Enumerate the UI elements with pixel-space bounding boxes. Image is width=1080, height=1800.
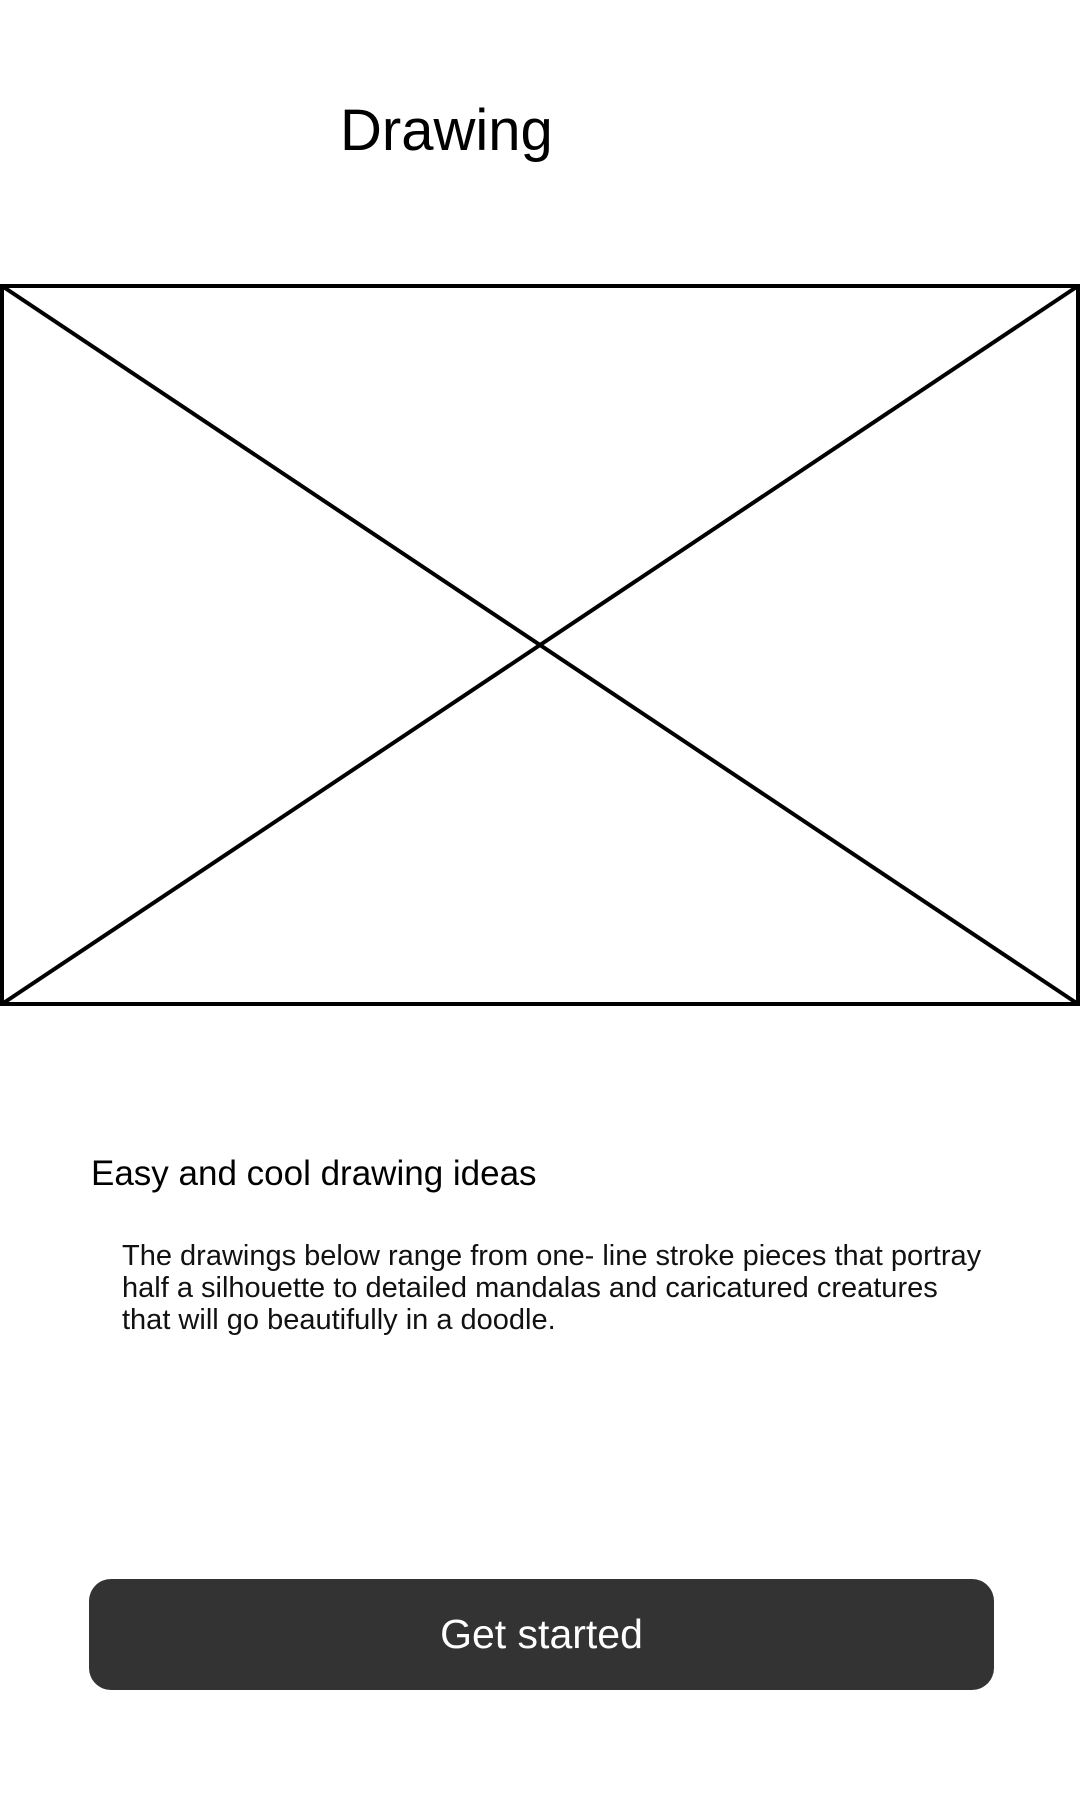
image-placeholder — [0, 284, 1080, 1006]
section-heading: Easy and cool drawing ideas — [91, 1154, 537, 1193]
description-text: The drawings below range from one- line … — [122, 1240, 982, 1336]
get-started-button[interactable]: Get started — [89, 1579, 994, 1690]
image-placeholder-icon — [0, 284, 1080, 1006]
page-title: Drawing — [340, 98, 553, 163]
